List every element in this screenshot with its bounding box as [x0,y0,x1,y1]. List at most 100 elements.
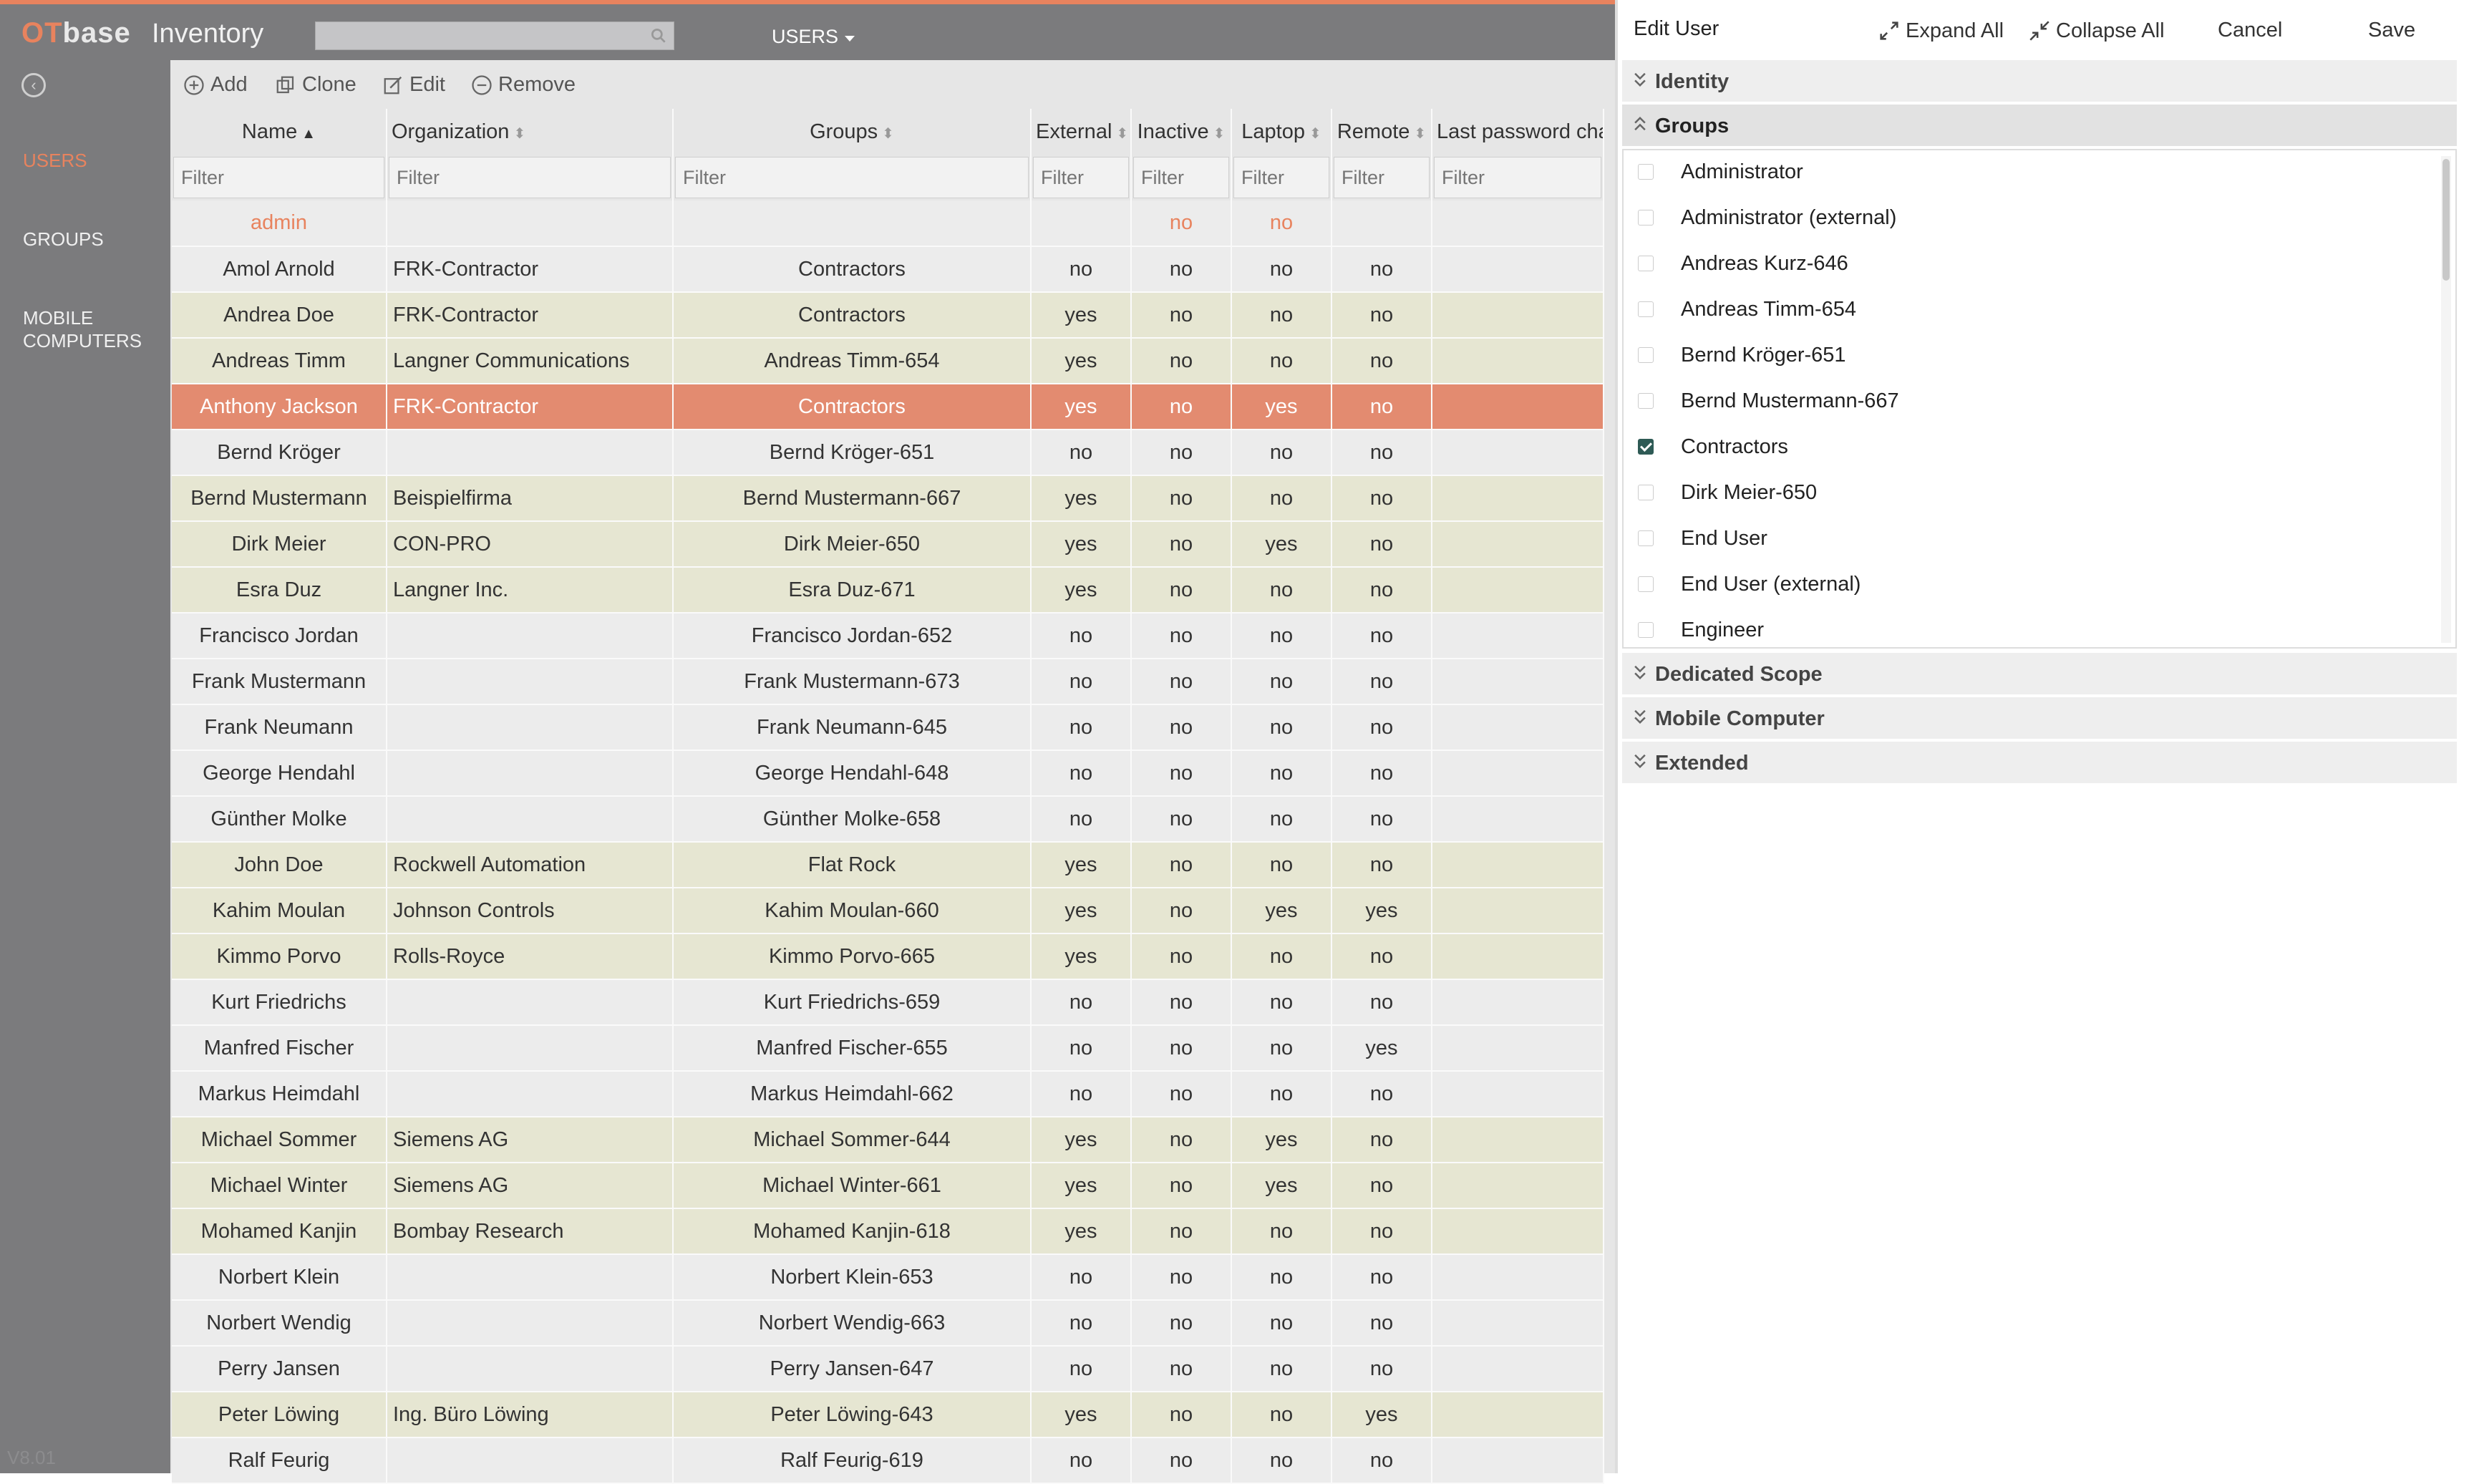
group-option[interactable]: Andreas Timm-654 [1638,286,1856,332]
save-button[interactable]: Save [2368,19,2415,42]
table-row[interactable]: Norbert Klein Norbert Klein-653 no no no no [172,1254,1604,1301]
cell-remote: no [1331,979,1432,1026]
column-header-laptop[interactable]: Laptop ⬍ [1231,109,1332,155]
cell-laptop: no [1231,704,1332,751]
cell-org [387,659,674,705]
cell-name: Manfred Fischer [172,1025,387,1072]
table-row[interactable]: Esra Duz Langner Inc. Esra Duz-671 yes no no n… [172,567,1604,614]
expand-all-button[interactable]: Expand All [1877,19,2004,43]
table-row[interactable]: Bernd Mustermann Beispielfirma Bernd Muste… [172,475,1604,522]
edit-button[interactable]: Edit [382,73,445,97]
table-row[interactable]: Peter Löwing Ing. Büro Löwing Peter Löwing… [172,1392,1604,1438]
table-row[interactable]: Michael Winter Siemens AG Michael Winter-6… [172,1163,1604,1209]
group-option[interactable]: Bernd Kröger-651 [1638,332,1846,378]
search-input[interactable] [315,21,674,50]
column-header-groups[interactable]: Groups ⬍ [673,109,1032,155]
table-row[interactable]: Norbert Wendig Norbert Wendig-663 no no no no [172,1300,1604,1347]
column-header-inactive[interactable]: Inactive ⬍ [1131,109,1232,155]
group-option[interactable]: End User (external) [1638,561,1861,607]
table-row[interactable]: Andreas Timm Langner Communications Andrea… [172,338,1604,384]
section-identity[interactable]: Identity [1622,60,2457,102]
table-row[interactable]: Anthony Jackson FRK-Contractor Contractors… [172,384,1604,430]
group-checkbox[interactable] [1638,439,1654,455]
group-option[interactable]: Administrator (external) [1638,195,1896,241]
table-row[interactable]: Frank Neumann Frank Neumann-645 no no no no [172,704,1604,751]
sidebar-item-mobile-computers[interactable]: MOBILE COMPUTERS [23,306,142,352]
back-arrow-icon[interactable]: ‹ [21,73,46,97]
table-row[interactable]: Günther Molke Günther Molke-658 no no no no [172,796,1604,843]
group-checkbox[interactable] [1638,347,1654,363]
group-option[interactable]: Bernd Mustermann-667 [1638,378,1899,424]
section-mobile-computer[interactable]: Mobile Computer [1622,697,2457,739]
table-row[interactable]: John Doe Rockwell Automation Flat Rock yes n… [172,842,1604,888]
filter-name-input[interactable] [173,157,384,198]
sidebar-item-users[interactable]: USERS [23,149,87,172]
group-option[interactable]: Contractors [1638,424,1788,470]
group-checkbox[interactable] [1638,393,1654,409]
column-header-remote[interactable]: Remote ⬍ [1331,109,1432,155]
group-checkbox[interactable] [1638,164,1654,180]
group-option-label: Bernd Mustermann-667 [1681,389,1899,412]
scrollbar[interactable] [2441,156,2451,643]
table-row[interactable]: Kurt Friedrichs Kurt Friedrichs-659 no no no… [172,979,1604,1026]
filter-external-input[interactable] [1033,157,1129,198]
cell-inactive: no [1131,200,1232,247]
collapse-all-button[interactable]: Collapse All [2027,19,2165,43]
section-dedicated-scope[interactable]: Dedicated Scope [1622,653,2457,694]
filter-organization-input[interactable] [389,157,671,198]
cell-remote: no [1331,613,1432,659]
group-checkbox[interactable] [1638,622,1654,638]
column-header-external[interactable]: External ⬍ [1031,109,1132,155]
table-row[interactable]: Bernd Kröger Bernd Kröger-651 no no no no [172,430,1604,476]
cancel-button[interactable]: Cancel [2218,19,2282,42]
panel-title: Edit User [1634,17,1719,40]
table-row[interactable]: admin no no [172,200,1604,247]
filter-groups-input[interactable] [675,157,1029,198]
table-row[interactable]: George Hendahl George Hendahl-648 no no no no [172,750,1604,797]
scrollbar-thumb[interactable] [2443,159,2450,281]
group-option[interactable]: Andreas Kurz-646 [1638,241,1848,286]
group-checkbox[interactable] [1638,485,1654,500]
column-header-organization[interactable]: Organization ⬍ [387,109,674,155]
section-groups[interactable]: Groups [1622,105,2457,146]
group-checkbox[interactable] [1638,576,1654,592]
column-header-last-password-change[interactable]: Last password cha [1432,109,1604,155]
table-row[interactable]: Frank Mustermann Frank Mustermann-673 no no… [172,659,1604,705]
table-row[interactable]: Manfred Fischer Manfred Fischer-655 no no no… [172,1025,1604,1072]
table-row[interactable]: Perry Jansen Perry Jansen-647 no no no no [172,1346,1604,1392]
clone-button[interactable]: Clone [275,73,356,97]
group-checkbox[interactable] [1638,256,1654,271]
sidebar-item-groups[interactable]: GROUPS [23,228,104,251]
table-row[interactable]: Francisco Jordan Francisco Jordan-652 no no… [172,613,1604,659]
group-option[interactable]: Engineer [1638,607,1764,647]
column-header-name[interactable]: Name ▲ [172,109,387,155]
group-option[interactable]: End User [1638,515,1767,561]
filter-laptop-input[interactable] [1233,157,1329,198]
cell-groups: Bernd Kröger-651 [673,430,1032,476]
table-row[interactable]: Mohamed Kanjin Bombay Research Mohamed Kan… [172,1208,1604,1255]
filter-inactive-input[interactable] [1133,157,1229,198]
cell-external: yes [1031,384,1132,430]
group-option[interactable]: Dirk Meier-650 [1638,470,1817,515]
group-checkbox[interactable] [1638,301,1654,317]
table-row[interactable]: Amol Arnold FRK-Contractor Contractors no no… [172,246,1604,293]
table-row[interactable]: Kimmo Porvo Rolls-Royce Kimmo Porvo-665 yes… [172,933,1604,980]
add-button[interactable]: Add [183,73,248,97]
cell-laptop: no [1231,659,1332,705]
group-checkbox[interactable] [1638,210,1654,225]
section-extended[interactable]: Extended [1622,742,2457,783]
filter-remote-input[interactable] [1334,157,1430,198]
cell-remote: no [1331,1254,1432,1301]
group-checkbox[interactable] [1638,530,1654,546]
module-dropdown[interactable]: USERS [772,26,855,48]
remove-button[interactable]: Remove [471,73,576,97]
table-row[interactable]: Dirk Meier CON-PRO Dirk Meier-650 yes no yes n… [172,521,1604,568]
table-row[interactable]: Andrea Doe FRK-Contractor Contractors yes no… [172,292,1604,339]
table-row[interactable]: Markus Heimdahl Markus Heimdahl-662 no no no… [172,1071,1604,1117]
search-icon[interactable] [649,26,668,45]
table-row[interactable]: Ralf Feurig Ralf Feurig-619 no no no no [172,1437,1604,1484]
table-row[interactable]: Michael Sommer Siemens AG Michael Sommer-6… [172,1117,1604,1163]
filter-last-password-input[interactable] [1434,157,1601,198]
table-row[interactable]: Kahim Moulan Johnson Controls Kahim Moulan… [172,888,1604,934]
group-option[interactable]: Administrator [1638,150,1803,195]
